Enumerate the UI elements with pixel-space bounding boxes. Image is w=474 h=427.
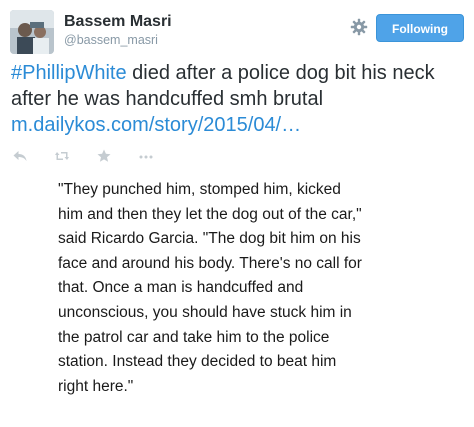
user-handle[interactable]: @bassem_masri (64, 32, 172, 48)
favorite-icon[interactable] (96, 148, 112, 164)
quote-line: "They punched him, stomped him, kicked (58, 181, 341, 198)
quoted-text: "They punched him, stomped him, kicked h… (58, 178, 438, 399)
user-names: Bassem Masri @bassem_masri (64, 12, 172, 48)
reply-icon[interactable] (12, 148, 28, 164)
user-full-name[interactable]: Bassem Masri (64, 12, 172, 32)
quote-line: him and then they let the dog out of the… (58, 205, 362, 223)
url-link[interactable]: m.dailykos.com/story/2015/04/… (11, 114, 301, 136)
quote-line: that. Once a man is handcuffed and (58, 279, 304, 297)
hashtag-link[interactable]: #PhillipWhite (11, 62, 127, 84)
tweet-card: Bassem Masri @bassem_masri Following #Ph… (0, 0, 474, 427)
retweet-icon[interactable] (54, 148, 70, 164)
quote-line: right here." (58, 377, 134, 395)
quote-line: unconscious, you should have stuck him i… (58, 303, 352, 321)
more-icon[interactable] (138, 148, 154, 164)
quote-line: the patrol car and take him to the polic… (58, 328, 330, 346)
following-button[interactable]: Following (376, 14, 464, 42)
avatar-image (10, 10, 54, 54)
gear-icon[interactable] (350, 18, 368, 36)
tweet-text: #PhillipWhite died after a police dog bi… (11, 60, 471, 138)
tweet-header: Bassem Masri @bassem_masri Following (10, 10, 464, 56)
quote-line: said Ricardo Garcia. "The dog bit him on… (58, 230, 361, 248)
quote-line: station. Instead they decided to beat hi… (58, 353, 337, 371)
quote-line: face and around his body. There's no cal… (58, 254, 362, 272)
avatar[interactable] (10, 10, 54, 54)
